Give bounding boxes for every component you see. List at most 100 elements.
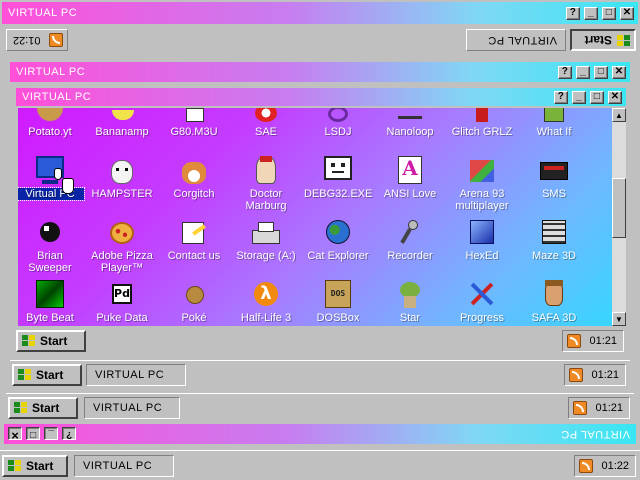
desktop-icon-corgitch[interactable]: Corgitch bbox=[160, 154, 228, 200]
help-button[interactable]: ? bbox=[553, 90, 568, 104]
bottom-start-button[interactable]: Start bbox=[2, 455, 68, 477]
desktop-icon-debg32[interactable]: DEBG32.EXE bbox=[304, 154, 372, 200]
globe-icon bbox=[322, 216, 354, 248]
rss-icon[interactable] bbox=[573, 401, 587, 415]
desktop-icon-hampster[interactable]: HAMPSTER bbox=[88, 154, 156, 200]
maximize-button[interactable]: □ bbox=[593, 65, 608, 79]
rss-icon[interactable] bbox=[569, 368, 583, 382]
potato-icon bbox=[34, 108, 66, 124]
desktop-icon-half-life-3[interactable]: λ Half-Life 3 bbox=[232, 278, 300, 324]
inner-clock: 01:21 bbox=[589, 335, 617, 347]
desktop-icon-sms[interactable]: SMS bbox=[520, 154, 588, 200]
desktop-icon-safa-3d[interactable]: SAFA 3D bbox=[520, 278, 588, 324]
taskbar-3: Start VIRTUAL PC 01:21 bbox=[6, 393, 634, 421]
desktop-icon-cat-explorer[interactable]: Cat Explorer bbox=[304, 216, 372, 262]
desktop-icon-adobe-pizza[interactable]: Adobe Pizza Player™ bbox=[88, 216, 156, 274]
desktop-icon-lsdj[interactable]: LSDJ bbox=[304, 108, 372, 138]
desktop-icon-dosbox[interactable]: DOS DOSBox bbox=[304, 278, 372, 324]
icon-label: Maze 3D bbox=[531, 250, 577, 262]
desktop-icon-storage-a[interactable]: Storage (A:) bbox=[232, 216, 300, 262]
desktop-icon-whatif[interactable]: What If bbox=[520, 108, 588, 138]
scroll-up-button[interactable]: ▲ bbox=[612, 108, 626, 122]
console-icon bbox=[538, 154, 570, 186]
minimize-button[interactable]: _ bbox=[571, 90, 586, 104]
minimize-button[interactable]: _ bbox=[575, 65, 590, 79]
desktop-icon-nanoloop[interactable]: Nanoloop bbox=[376, 108, 444, 138]
close-button[interactable]: ✕ bbox=[8, 427, 22, 441]
icon-label: Potato.yt bbox=[28, 126, 72, 138]
flipped-task-item[interactable]: VIRTUAL PC bbox=[466, 29, 566, 51]
icon-label: HAMPSTER bbox=[91, 188, 153, 200]
scroll-down-button[interactable]: ▼ bbox=[612, 312, 626, 326]
desktop-icon-brian-sweeper[interactable]: Brian Sweeper bbox=[18, 216, 84, 274]
hamster-icon bbox=[106, 154, 138, 186]
bottom-task-item[interactable]: VIRTUAL PC bbox=[74, 455, 174, 477]
icon-label: Half-Life 3 bbox=[240, 312, 292, 324]
minimize-button[interactable]: _ bbox=[583, 6, 598, 20]
taskbar2-start-button[interactable]: Start bbox=[12, 364, 82, 386]
desktop-icon-potato[interactable]: Potato.yt bbox=[18, 108, 84, 138]
rss-icon[interactable] bbox=[579, 459, 593, 473]
taskbar3-task-item[interactable]: VIRTUAL PC bbox=[84, 397, 180, 419]
taskbar2-tray: 01:21 bbox=[564, 364, 626, 386]
window2-title: VIRTUAL PC bbox=[16, 66, 86, 78]
taskbar2-clock: 01:21 bbox=[591, 369, 619, 381]
desktop-icon-virtual-pc[interactable]: Virtual PC bbox=[18, 154, 85, 201]
desktop-icon-arena93[interactable]: Arena 93 multiplayer bbox=[448, 154, 516, 212]
close-button[interactable]: ✕ bbox=[608, 90, 622, 104]
desktop-icon-puke-data[interactable]: Pd Puke Data bbox=[88, 278, 156, 324]
bottom-task-label: VIRTUAL PC bbox=[83, 460, 153, 472]
flipped-start-button[interactable]: Start bbox=[570, 29, 636, 51]
desktop-icon-byte-beat[interactable]: Byte Beat bbox=[18, 278, 84, 324]
maximize-button[interactable]: □ bbox=[589, 90, 604, 104]
desktop-icon-hexed[interactable]: HexEd bbox=[448, 216, 516, 262]
taskbar2-task-item[interactable]: VIRTUAL PC bbox=[86, 364, 186, 386]
flipped-task-label: VIRTUAL PC bbox=[487, 34, 557, 46]
desktop-icon-progress[interactable]: Progress bbox=[448, 278, 516, 324]
icon-label: Nanoloop bbox=[386, 126, 434, 138]
bottom-clock: 01:22 bbox=[601, 460, 629, 472]
desktop-icon-recorder[interactable]: Recorder bbox=[376, 216, 444, 262]
icon-label: ANSI Love bbox=[383, 188, 437, 200]
desktop-icon-g80[interactable]: G80.M3U bbox=[160, 108, 228, 138]
close-button[interactable]: ✕ bbox=[620, 6, 634, 20]
desktop-icon-sae[interactable]: SAE bbox=[232, 108, 300, 138]
desktop-icon-maze-3d[interactable]: Maze 3D bbox=[520, 216, 588, 262]
desktop-icon-bananamp[interactable]: Bananamp bbox=[88, 108, 156, 138]
help-button[interactable]: ? bbox=[62, 427, 77, 441]
icon-label: SAFA 3D bbox=[531, 312, 577, 324]
desktop-icon-glitch[interactable]: Glitch GRLZ bbox=[448, 108, 516, 138]
icon-label: Star bbox=[399, 312, 421, 324]
icon-label: Recorder bbox=[387, 250, 433, 262]
help-button[interactable]: ? bbox=[565, 6, 580, 20]
sae-icon bbox=[250, 108, 282, 124]
rss-icon[interactable] bbox=[567, 334, 581, 348]
microphone-icon bbox=[394, 216, 426, 248]
hex-cube-icon bbox=[466, 216, 498, 248]
desktop-scrollbar[interactable]: ▲ ▼ bbox=[612, 108, 626, 326]
icon-label: Byte Beat bbox=[26, 312, 74, 324]
ansi-glyph: A bbox=[402, 156, 418, 180]
desktop-icon-doctor-marburg[interactable]: Doctor Marburg bbox=[232, 154, 300, 212]
desktop-icon-contact-us[interactable]: Contact us bbox=[160, 216, 228, 262]
desktop-icon-star[interactable]: Star bbox=[376, 278, 444, 324]
taskbar3-start-button[interactable]: Start bbox=[8, 397, 78, 419]
icon-label: Glitch GRLZ bbox=[451, 126, 513, 138]
bottom-start-label: Start bbox=[26, 459, 54, 473]
windows-logo-icon bbox=[616, 34, 630, 46]
inner-start-button[interactable]: Start bbox=[16, 330, 86, 352]
close-button[interactable]: ✕ bbox=[612, 65, 626, 79]
minimize-button[interactable]: _ bbox=[44, 427, 59, 441]
bottom-tray: 01:22 bbox=[574, 455, 636, 477]
desktop-icon-poke[interactable]: Poké bbox=[160, 278, 228, 324]
scroll-thumb[interactable] bbox=[612, 178, 626, 238]
outer-window-title: VIRTUAL PC bbox=[8, 7, 78, 19]
flipped-title-bar: VIRTUAL PC ? _ □ ✕ bbox=[4, 424, 636, 444]
desktop-icon-ansi-love[interactable]: A ANSI Love bbox=[376, 154, 444, 200]
lambda-icon: λ bbox=[250, 278, 282, 310]
rss-icon[interactable] bbox=[49, 33, 63, 47]
outer-title-controls: ? _ □ ✕ bbox=[565, 6, 634, 20]
maximize-button[interactable]: □ bbox=[26, 427, 41, 441]
help-button[interactable]: ? bbox=[557, 65, 572, 79]
maximize-button[interactable]: □ bbox=[601, 6, 616, 20]
